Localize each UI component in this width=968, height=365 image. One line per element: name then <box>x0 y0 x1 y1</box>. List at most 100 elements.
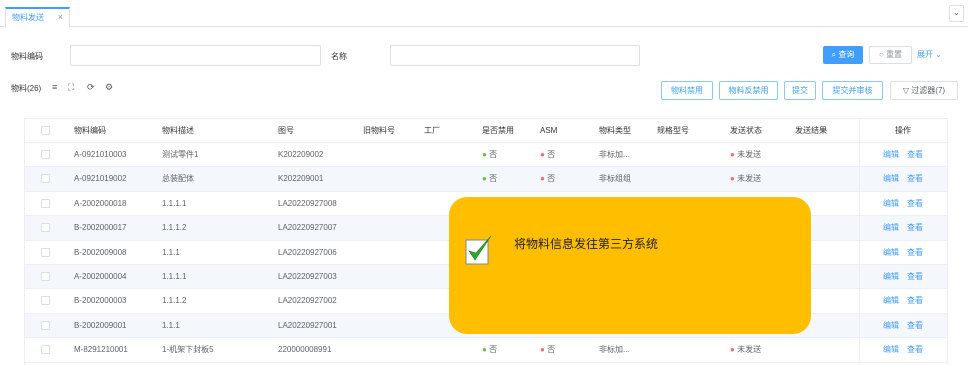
cell-drawing: LA20220927007 <box>278 223 337 233</box>
cell-asm: ● 否 <box>540 174 556 184</box>
cell-desc: 1.1.1.2 <box>162 223 187 233</box>
cell-drawing: 220000008991 <box>278 345 332 355</box>
cell-drawing: LA20220927003 <box>278 272 337 281</box>
tab-material-send[interactable]: 物料发送 × <box>5 7 70 28</box>
col-asm[interactable]: ASM <box>540 119 557 143</box>
checkmark-icon <box>465 235 492 265</box>
cell-desc: 1-机架下封板5 <box>162 345 214 355</box>
expand-link[interactable]: 展开 ⌄ <box>917 49 942 60</box>
cell-drawing: LA20220927008 <box>278 198 337 208</box>
view-link[interactable]: 查看 <box>907 241 923 265</box>
select-all-checkbox[interactable] <box>41 126 50 135</box>
edit-link[interactable]: 编辑 <box>883 314 899 338</box>
view-link[interactable]: 查看 <box>907 289 923 313</box>
close-icon[interactable]: × <box>58 9 63 26</box>
col-code[interactable]: 物料编码 <box>74 119 106 143</box>
col-actions: 操作 <box>895 126 911 135</box>
view-link[interactable]: 查看 <box>907 338 923 362</box>
row-checkbox[interactable] <box>41 247 50 257</box>
cell-code: B-2002000003 <box>74 296 127 306</box>
refresh-icon[interactable]: ⟳ <box>87 82 95 93</box>
row-checkbox[interactable] <box>41 198 50 208</box>
tab-bar: 物料发送 × ⌄ <box>0 0 968 28</box>
name-input[interactable] <box>390 45 640 66</box>
view-link[interactable]: 查看 <box>907 167 923 191</box>
reset-button[interactable]: ○ 重置 <box>869 46 912 64</box>
col-old-code[interactable]: 旧物料号 <box>363 119 395 143</box>
edit-link[interactable]: 编辑 <box>883 241 899 265</box>
row-checkbox[interactable] <box>41 320 50 330</box>
view-link[interactable]: 查看 <box>907 265 923 289</box>
cell-disabled: ● 否 <box>482 345 498 355</box>
col-factory[interactable]: 工厂 <box>424 119 440 143</box>
density-icon[interactable]: ≡ <box>52 82 57 92</box>
edit-link[interactable]: 编辑 <box>883 143 899 167</box>
cell-desc: 1.1.1 <box>162 320 180 330</box>
cell-code: A-0921019002 <box>74 174 127 184</box>
cell-code: A-0921010003 <box>74 150 127 159</box>
col-type[interactable]: 物料类型 <box>599 119 631 143</box>
cell-code: B-2002000017 <box>74 223 127 233</box>
code-input[interactable] <box>70 45 321 66</box>
row-checkbox[interactable] <box>41 174 50 184</box>
col-desc[interactable]: 物料描述 <box>162 119 194 143</box>
cell-drawing: LA20220927002 <box>278 296 337 306</box>
edit-link[interactable]: 编辑 <box>883 265 899 289</box>
disable-material-button[interactable]: 物料禁用 <box>661 81 713 100</box>
cell-type: 非标加... <box>599 150 630 159</box>
col-spec[interactable]: 规格型号 <box>657 119 689 143</box>
row-checkbox[interactable] <box>41 150 50 159</box>
enable-material-button[interactable]: 物料反禁用 <box>719 81 778 100</box>
filter-button[interactable]: ▽ 过滤器(7) <box>890 81 958 100</box>
code-label: 物料编码 <box>11 52 43 61</box>
fullscreen-icon[interactable]: ⛶ <box>68 82 74 93</box>
cell-asm: ● 否 <box>540 345 556 355</box>
cell-type: 非标加... <box>599 345 630 355</box>
row-checkbox[interactable] <box>41 296 50 306</box>
cell-drawing: K202209002 <box>278 150 324 159</box>
refresh-icon: ○ <box>878 50 887 59</box>
cell-type: 非标组组 <box>599 174 631 184</box>
row-checkbox[interactable] <box>41 345 50 355</box>
cell-desc: 1.1.1.2 <box>162 296 187 306</box>
tab-label: 物料发送 <box>12 13 44 22</box>
col-status[interactable]: 发送状态 <box>730 119 762 143</box>
cell-disabled: ● 否 <box>482 150 498 159</box>
query-button[interactable]: ⌕ 查询 <box>823 46 863 64</box>
column-settings-icon[interactable]: ⚙ <box>105 82 113 93</box>
cell-code: B-2002009001 <box>74 320 127 330</box>
view-link[interactable]: 查看 <box>907 314 923 338</box>
actions-divider <box>859 119 860 365</box>
edit-link[interactable]: 编辑 <box>883 338 899 362</box>
notification-toast: 将物料信息发往第三方系统 <box>449 197 811 334</box>
chevron-down-icon[interactable]: ⌄ <box>949 5 964 22</box>
edit-link[interactable]: 编辑 <box>883 289 899 313</box>
cell-asm: ● 否 <box>540 150 556 159</box>
cell-desc: 1.1.1.1 <box>162 198 187 208</box>
cell-desc: 1.1.1 <box>162 247 180 257</box>
toast-message: 将物料信息发往第三方系统 <box>514 237 659 251</box>
table-row[interactable]: A-0921019002 总装配体 K202209001 ● 否 ● 否 非标组组 ● 未发… <box>25 167 947 192</box>
view-link[interactable]: 查看 <box>907 143 923 167</box>
row-checkbox[interactable] <box>41 272 50 281</box>
cell-code: A-2002000004 <box>74 272 127 281</box>
edit-link[interactable]: 编辑 <box>883 192 899 216</box>
row-checkbox[interactable] <box>41 223 50 233</box>
col-disabled[interactable]: 是否禁用 <box>482 119 514 143</box>
col-drawing[interactable]: 图号 <box>278 119 294 143</box>
cell-code: B-2002009008 <box>74 247 127 257</box>
material-count: 物料(26) <box>11 84 42 93</box>
view-link[interactable]: 查看 <box>907 216 923 240</box>
col-result[interactable]: 发送结果 <box>795 119 827 143</box>
submit-and-approve-button[interactable]: 提交并审核 <box>822 81 883 100</box>
cell-drawing: LA20220927001 <box>278 320 337 330</box>
table-row[interactable]: A-0921010003 测试零件1 K202209002 ● 否 ● 否 非标加... ●… <box>25 143 947 168</box>
table-row[interactable]: M-8291210001 1-机架下封板5 220000008991 ● 否 ● 否 非标… <box>25 338 947 363</box>
cell-disabled: ● 否 <box>482 174 498 184</box>
cell-status: ● 未发送 <box>730 174 762 184</box>
edit-link[interactable]: 编辑 <box>883 167 899 191</box>
edit-link[interactable]: 编辑 <box>883 216 899 240</box>
name-label: 名称 <box>331 52 347 61</box>
submit-button[interactable]: 提交 <box>784 81 816 100</box>
view-link[interactable]: 查看 <box>907 192 923 216</box>
